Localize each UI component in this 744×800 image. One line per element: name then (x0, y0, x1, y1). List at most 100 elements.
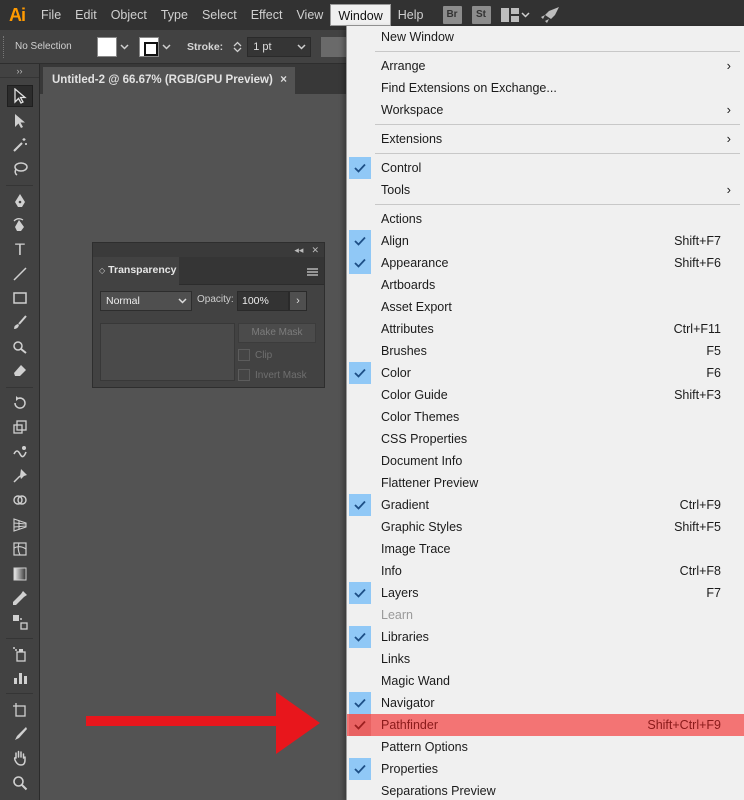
invert-mask-option[interactable]: Invert Mask (238, 369, 307, 381)
eyedropper-tool[interactable] (0, 586, 40, 610)
menu-type[interactable]: Type (154, 4, 195, 26)
menu-item-document-info[interactable]: Document Info (347, 450, 744, 472)
column-graph-tool[interactable] (0, 666, 40, 690)
type-tool[interactable]: T (0, 237, 40, 261)
stroke-weight-stepper[interactable] (231, 41, 243, 53)
menu-view[interactable]: View (289, 4, 330, 26)
paintbrush-tool[interactable] (0, 311, 40, 335)
menu-item-align[interactable]: Align Shift+F7 (347, 230, 744, 252)
menu-item-actions[interactable]: Actions (347, 208, 744, 230)
close-panel-icon[interactable]: ✕ (311, 245, 319, 256)
artboard-tool[interactable] (0, 697, 40, 721)
make-mask-button[interactable]: Make Mask (238, 323, 316, 343)
menu-item-asset-export[interactable]: Asset Export (347, 296, 744, 318)
zoom-tool[interactable] (0, 771, 40, 795)
menu-item-info[interactable]: Info Ctrl+F8 (347, 560, 744, 582)
menu-item-pattern-options[interactable]: Pattern Options (347, 736, 744, 758)
panel-header[interactable]: ◂◂ ✕ (93, 243, 324, 257)
menu-file[interactable]: File (34, 4, 68, 26)
gpu-performance-button[interactable] (540, 6, 560, 24)
menu-item-tools[interactable]: Tools › (347, 179, 744, 201)
menu-item-new-window[interactable]: New Window (347, 26, 744, 48)
menu-item-arrange[interactable]: Arrange › (347, 55, 744, 77)
menu-item-extensions[interactable]: Extensions › (347, 128, 744, 150)
menu-item-artboards[interactable]: Artboards (347, 274, 744, 296)
rotate-tool[interactable] (0, 391, 40, 415)
scale-tool[interactable] (0, 415, 40, 439)
fill-dropdown[interactable] (117, 43, 131, 50)
menu-select[interactable]: Select (195, 4, 244, 26)
menu-item-attributes[interactable]: Attributes Ctrl+F11 (347, 318, 744, 340)
mesh-tool[interactable] (0, 537, 40, 561)
curvature-tool[interactable] (0, 213, 40, 237)
menu-window[interactable]: Window (330, 4, 391, 26)
menu-item-color-guide[interactable]: Color Guide Shift+F3 (347, 384, 744, 406)
warp-tool[interactable] (0, 439, 40, 463)
arrange-documents-button[interactable] (500, 8, 530, 22)
menu-item-color[interactable]: Color F6 (347, 362, 744, 384)
menu-item-navigator[interactable]: Navigator (347, 692, 744, 714)
opacity-slider-button[interactable]: › (289, 291, 307, 311)
symbol-sprayer-tool[interactable] (0, 642, 40, 666)
shape-builder-tool[interactable] (0, 488, 40, 512)
menu-effect[interactable]: Effect (244, 4, 290, 26)
shaper-tool[interactable] (0, 335, 40, 359)
menu-item-label: Libraries (381, 630, 429, 644)
tab-transparency[interactable]: ◇ Transparency (93, 257, 179, 285)
menu-item-layers[interactable]: Layers F7 (347, 582, 744, 604)
menu-item-brushes[interactable]: Brushes F5 (347, 340, 744, 362)
opacity-input[interactable]: 100% (237, 291, 289, 311)
menu-item-gradient[interactable]: Gradient Ctrl+F9 (347, 494, 744, 516)
stroke-swatch-dropdown[interactable] (159, 43, 173, 50)
selection-tool[interactable] (0, 84, 40, 108)
menu-item-graphic-styles[interactable]: Graphic Styles Shift+F5 (347, 516, 744, 538)
rectangle-tool[interactable] (0, 286, 40, 310)
menu-item-flattener-preview[interactable]: Flattener Preview (347, 472, 744, 494)
pen-tool[interactable] (0, 189, 40, 213)
collapse-panel-icon[interactable]: ◂◂ (294, 245, 303, 256)
puppet-warp-tool[interactable] (0, 464, 40, 488)
expand-options-icon[interactable]: ◇ (99, 266, 105, 275)
clip-checkbox[interactable] (238, 349, 250, 361)
stroke-swatch[interactable] (139, 36, 159, 57)
stock-button[interactable]: St (471, 6, 491, 24)
menu-item-image-trace[interactable]: Image Trace (347, 538, 744, 560)
stroke-weight-input[interactable]: 1 pt (247, 36, 312, 57)
tools-panel-collapse[interactable]: ›› (0, 64, 39, 78)
fill-swatch[interactable] (97, 36, 117, 57)
magic-wand-tool[interactable] (0, 133, 40, 157)
invert-mask-checkbox[interactable] (238, 369, 250, 381)
menu-item-magic-wand[interactable]: Magic Wand (347, 670, 744, 692)
bridge-button[interactable]: Br (442, 6, 462, 24)
direct-selection-tool[interactable] (0, 108, 40, 132)
perspective-grid-tool[interactable] (0, 513, 40, 537)
slice-tool[interactable] (0, 722, 40, 746)
menu-help[interactable]: Help (391, 4, 431, 26)
menu-item-css-properties[interactable]: CSS Properties (347, 428, 744, 450)
clip-option[interactable]: Clip (238, 349, 272, 361)
menu-item-find-extensions-on-exchange[interactable]: Find Extensions on Exchange... (347, 77, 744, 99)
control-bar-grip[interactable] (3, 35, 11, 58)
blend-mode-select[interactable]: Normal (100, 291, 192, 311)
lasso-tool[interactable] (0, 157, 40, 181)
menu-item-control[interactable]: Control (347, 157, 744, 179)
menu-item-color-themes[interactable]: Color Themes (347, 406, 744, 428)
menu-item-links[interactable]: Links (347, 648, 744, 670)
blend-tool[interactable] (0, 610, 40, 634)
panel-menu-button[interactable] (307, 265, 318, 279)
menu-edit[interactable]: Edit (68, 4, 104, 26)
menu-item-properties[interactable]: Properties (347, 758, 744, 780)
menu-object[interactable]: Object (104, 4, 154, 26)
menu-item-pathfinder[interactable]: Pathfinder Shift+Ctrl+F9 (347, 714, 744, 736)
menu-item-libraries[interactable]: Libraries (347, 626, 744, 648)
gradient-tool[interactable] (0, 561, 40, 585)
hand-tool[interactable] (0, 746, 40, 770)
menu-item-separations-preview[interactable]: Separations Preview (347, 780, 744, 800)
line-segment-tool[interactable] (0, 262, 40, 286)
menu-item-workspace[interactable]: Workspace › (347, 99, 744, 121)
document-tab[interactable]: Untitled-2 @ 66.67% (RGB/GPU Preview) × (43, 67, 295, 94)
eraser-tool[interactable] (0, 359, 40, 383)
menu-item-appearance[interactable]: Appearance Shift+F6 (347, 252, 744, 274)
chevron-down-icon[interactable] (297, 38, 306, 62)
close-icon[interactable]: × (280, 67, 287, 94)
